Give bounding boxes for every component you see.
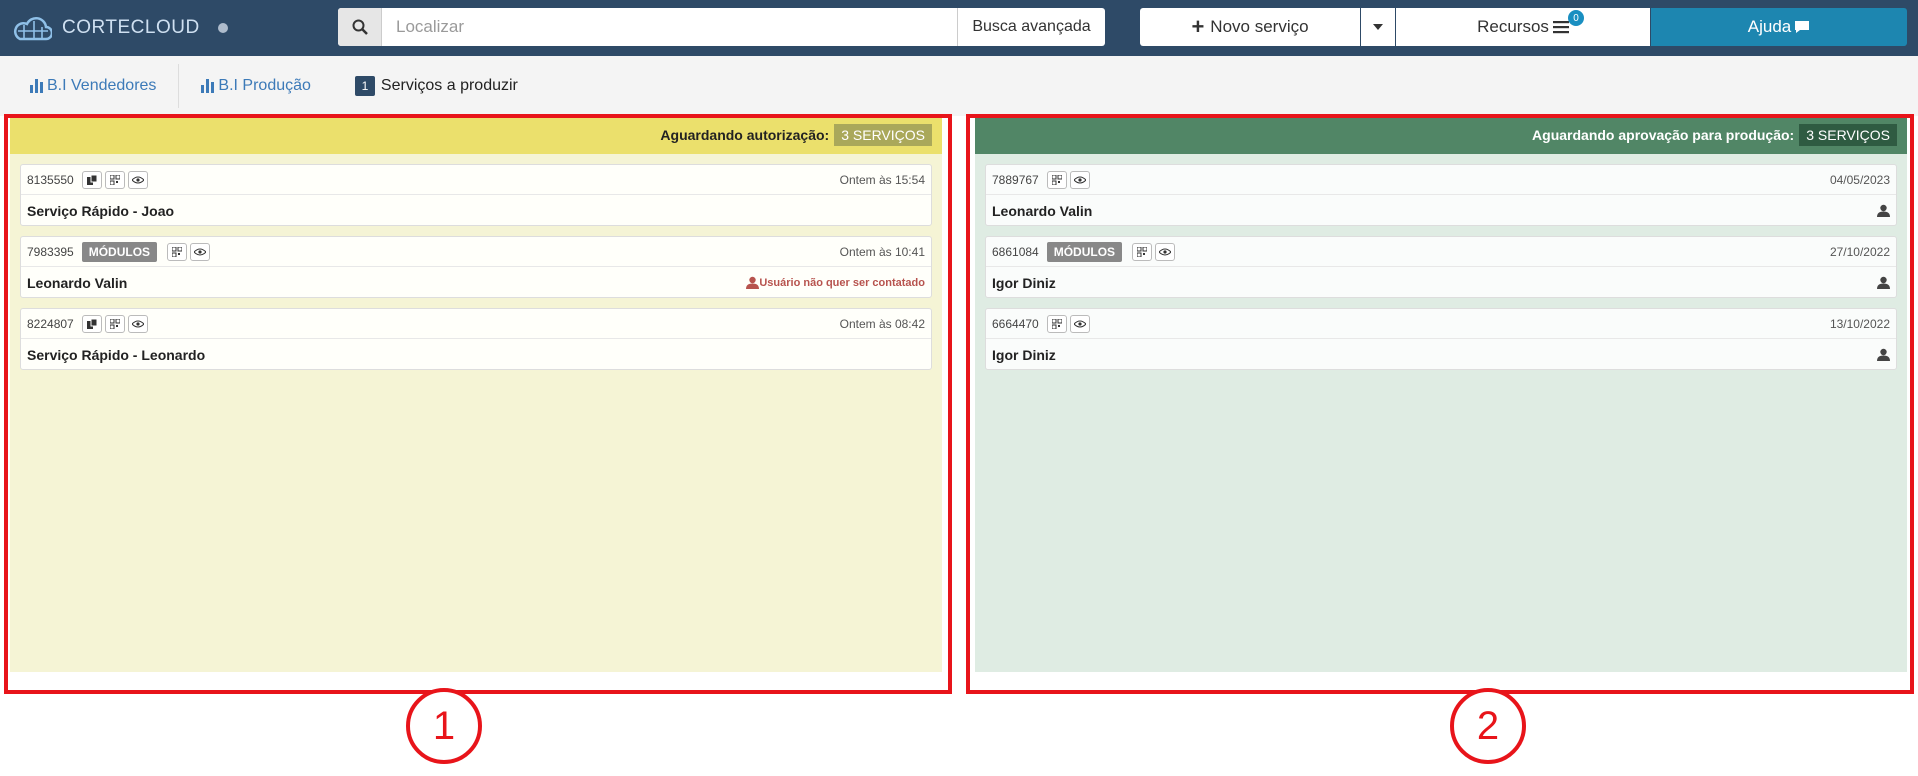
nav-bi-producao[interactable]: B.I Produção	[179, 64, 333, 108]
bar-chart-icon	[30, 79, 43, 93]
resources-label: Recursos	[1477, 17, 1549, 36]
resources-button[interactable]: Recursos	[1396, 8, 1650, 46]
nav-servicos-a-produzir[interactable]: 1 Serviços a produzir	[333, 64, 540, 108]
cloud-logo-icon	[13, 17, 52, 41]
chat-bubble-icon	[1795, 21, 1810, 33]
caret-down-icon	[1373, 24, 1383, 30]
bar-chart-icon	[201, 79, 215, 93]
menu-lines-icon	[1552, 21, 1569, 34]
annotation-box-1	[4, 114, 952, 694]
status-dot	[217, 23, 228, 33]
new-service-dropdown-toggle[interactable]	[1361, 8, 1395, 46]
advanced-search-button[interactable]: Busca avançada	[957, 8, 1105, 46]
plus-icon: +	[1191, 14, 1205, 39]
nav-label: B.I Vendedores	[47, 77, 157, 94]
help-button[interactable]: Ajuda	[1651, 8, 1907, 46]
sub-navigation: B.I Vendedores B.I Produção 1 Serviços a…	[0, 56, 1918, 116]
new-service-label: Novo serviço	[1210, 17, 1309, 36]
annotation-label-1: 1	[406, 688, 482, 764]
search-icon	[352, 19, 368, 35]
annotation-box-2	[966, 114, 1914, 694]
nav-label: Serviços a produzir	[380, 77, 518, 94]
nav-bi-vendedores[interactable]: B.I Vendedores	[8, 64, 180, 108]
help-label: Ajuda	[1747, 17, 1792, 36]
nav-label: B.I Produção	[218, 77, 311, 94]
search-button[interactable]	[338, 8, 382, 46]
search-input[interactable]	[382, 8, 957, 46]
resources-badge: 0	[1568, 10, 1584, 26]
count-badge: 1	[354, 76, 375, 96]
annotation-label-2: 2	[1450, 688, 1526, 764]
logo-text: CORTECLOUD	[62, 17, 200, 38]
new-service-button[interactable]: + Novo serviço	[1140, 8, 1360, 46]
app-logo[interactable]: CORTECLOUD	[12, 15, 228, 41]
search-bar: Busca avançada	[338, 8, 1105, 46]
